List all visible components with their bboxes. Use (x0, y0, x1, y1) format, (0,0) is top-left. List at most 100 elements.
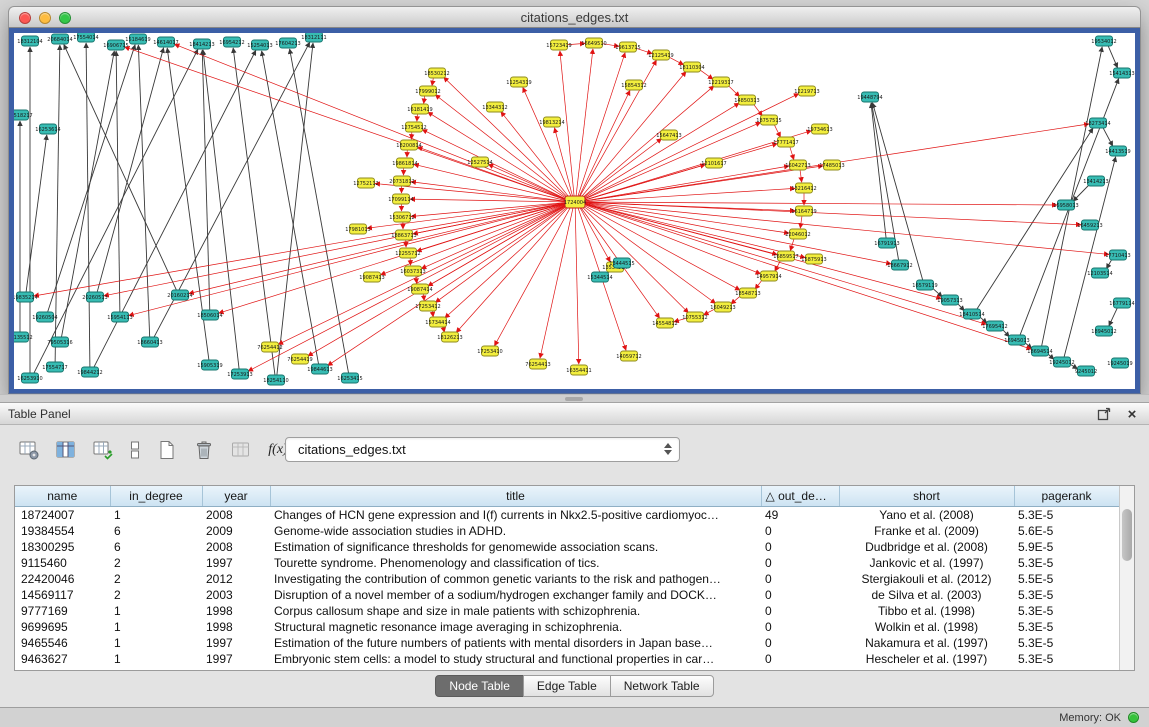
cell-title[interactable]: Disruption of a novel member of a sodium… (270, 587, 761, 603)
graph-edge[interactable] (64, 44, 177, 290)
graph-edge[interactable] (488, 164, 567, 200)
cell-short[interactable]: Franke et al. (2009) (839, 523, 1014, 539)
tab-network-table[interactable]: Network Table (610, 675, 714, 697)
cell-title[interactable]: Investigating the contribution of common… (270, 571, 761, 587)
delete-table-icon[interactable] (189, 435, 219, 465)
cell-title[interactable]: Structural magnetic resonance image aver… (270, 619, 761, 635)
cell-pagerank[interactable]: 5.3E-5 (1014, 506, 1119, 523)
cell-year[interactable]: 1998 (202, 619, 270, 635)
graph-edge[interactable] (583, 203, 987, 324)
cell-title[interactable]: Genome-wide association studies in ADHD. (270, 523, 761, 539)
zoom-window-icon[interactable] (59, 12, 71, 24)
column-header-out_degree[interactable]: △ out_de… (761, 486, 839, 506)
table-row[interactable]: 2242004622012Investigating the contribut… (15, 571, 1119, 587)
cell-name[interactable]: 9777169 (15, 603, 110, 619)
graph-edge[interactable] (138, 45, 149, 337)
cell-in_degree[interactable]: 2 (110, 571, 202, 587)
graph-edge[interactable] (583, 202, 1057, 205)
graph-edge[interactable] (129, 203, 568, 315)
cell-name[interactable]: 9463627 (15, 651, 110, 667)
graph-edge[interactable] (444, 77, 570, 198)
cell-short[interactable]: Yano et al. (2008) (839, 506, 1014, 523)
graph-edge[interactable] (1073, 184, 1090, 201)
cell-pagerank[interactable]: 5.9E-5 (1014, 539, 1119, 555)
cell-name[interactable]: 9699695 (15, 619, 110, 635)
cell-in_degree[interactable]: 1 (110, 506, 202, 523)
table-row[interactable]: 1830029562008Estimation of significance … (15, 539, 1119, 555)
minimize-window-icon[interactable] (39, 12, 51, 24)
cell-short[interactable]: Wolkin et al. (1998) (839, 619, 1014, 635)
cell-out_degree[interactable]: 0 (761, 587, 839, 603)
table-row[interactable]: 946362711997Embryonic stem cells: a mode… (15, 651, 1119, 667)
cell-name[interactable]: 18300295 (15, 539, 110, 555)
cell-name[interactable]: 22420046 (15, 571, 110, 587)
graph-edge[interactable] (774, 124, 781, 137)
table-row[interactable]: 969969511998Structural magnetic resonanc… (15, 619, 1119, 635)
cell-name[interactable]: 9115460 (15, 555, 110, 571)
graph-edge[interactable] (583, 188, 795, 201)
cell-in_degree[interactable]: 1 (110, 635, 202, 651)
cell-year[interactable]: 2003 (202, 587, 270, 603)
close-panel-icon[interactable]: × (1123, 405, 1141, 423)
cell-in_degree[interactable]: 6 (110, 523, 202, 539)
table-options-icon[interactable] (14, 435, 44, 465)
cell-short[interactable]: Stergiakouli et al. (2012) (839, 571, 1014, 587)
cell-short[interactable]: Dudbridge et al. (2008) (839, 539, 1014, 555)
graph-edge[interactable] (578, 53, 625, 198)
cell-pagerank[interactable]: 5.3E-5 (1014, 635, 1119, 651)
table-scrollbar[interactable] (1119, 486, 1134, 670)
cell-in_degree[interactable]: 6 (110, 539, 202, 555)
cell-title[interactable]: Changes of HCN gene expression and I(f) … (270, 506, 761, 523)
table-rows-icon[interactable] (125, 435, 145, 465)
graph-edge[interactable] (202, 50, 209, 310)
graph-edge[interactable] (581, 205, 689, 312)
graph-edge[interactable] (976, 128, 1093, 310)
cell-short[interactable]: Nakamura et al. (1997) (839, 635, 1014, 651)
graph-edge[interactable] (417, 114, 418, 122)
graph-edge[interactable] (174, 44, 567, 200)
cell-name[interactable]: 9465546 (15, 635, 110, 651)
graph-edge[interactable] (583, 202, 1109, 254)
cell-name[interactable]: 18724007 (15, 506, 110, 523)
graph-edge[interactable] (1109, 307, 1118, 326)
graph-edge[interactable] (790, 146, 794, 159)
network-table-selector[interactable]: citations_edges.txt (285, 437, 680, 462)
graph-edge[interactable] (48, 45, 136, 313)
graph-edge[interactable] (34, 203, 567, 296)
graph-edge[interactable] (1108, 45, 1118, 67)
cell-out_degree[interactable]: 0 (761, 571, 839, 587)
column-select-icon[interactable] (51, 435, 81, 465)
cell-year[interactable]: 1997 (202, 651, 270, 667)
new-column-icon[interactable] (88, 435, 118, 465)
cell-year[interactable]: 2012 (202, 571, 270, 587)
cell-pagerank[interactable]: 5.3E-5 (1014, 555, 1119, 571)
splitter-grip-icon[interactable] (565, 397, 583, 401)
cell-out_degree[interactable]: 0 (761, 555, 839, 571)
graph-edge[interactable] (800, 216, 802, 228)
cell-year[interactable]: 1997 (202, 555, 270, 571)
cell-year[interactable]: 1997 (202, 635, 270, 651)
cell-title[interactable]: Estimation of the future numbers of pati… (270, 635, 761, 651)
graph-edge[interactable] (1103, 127, 1113, 146)
cell-name[interactable]: 19384554 (15, 523, 110, 539)
cell-out_degree[interactable]: 0 (761, 603, 839, 619)
cell-title[interactable]: Estimation of significance thresholds fo… (270, 539, 761, 555)
cell-out_degree[interactable]: 49 (761, 506, 839, 523)
cell-out_degree[interactable]: 0 (761, 635, 839, 651)
cell-pagerank[interactable]: 5.5E-5 (1014, 571, 1119, 587)
graph-edge[interactable] (86, 43, 90, 367)
column-header-in_degree[interactable]: in_degree (110, 486, 202, 506)
import-table-icon[interactable] (226, 435, 256, 465)
cell-in_degree[interactable]: 2 (110, 555, 202, 571)
graph-edge[interactable] (423, 294, 424, 301)
graph-edge[interactable] (576, 49, 593, 197)
network-canvas[interactable]: 1853021217999012161814191275451218200814… (14, 33, 1135, 389)
graph-edge[interactable] (416, 276, 417, 284)
graph-edge[interactable] (540, 207, 573, 358)
graph-edge[interactable] (523, 87, 572, 197)
column-header-year[interactable]: year (202, 486, 270, 506)
cell-title[interactable]: Embryonic stem cells: a model to study s… (270, 651, 761, 667)
cell-year[interactable]: 2008 (202, 539, 270, 555)
table-row[interactable]: 977716911998Corpus callosum shape and si… (15, 603, 1119, 619)
cell-out_degree[interactable]: 0 (761, 523, 839, 539)
